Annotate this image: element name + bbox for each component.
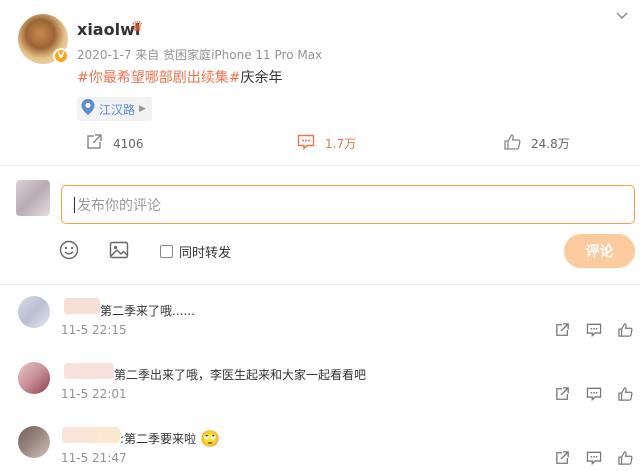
comment-text: 第二季来了哦...... bbox=[100, 304, 195, 318]
location-chip[interactable]: 江汉路 ▶ bbox=[77, 97, 152, 121]
caret-right-icon: ▶ bbox=[139, 104, 146, 114]
repost-toggle[interactable]: 同时转发 bbox=[160, 242, 231, 261]
comment-icon[interactable] bbox=[586, 451, 602, 469]
comment-actions bbox=[555, 451, 633, 469]
post-meta: 2020-1-7 来自 贫困家庭iPhone 11 Pro Max bbox=[77, 48, 323, 62]
share-icon[interactable] bbox=[555, 451, 570, 469]
commenter-avatar[interactable] bbox=[18, 426, 50, 458]
submit-comment-button[interactable]: 评论 bbox=[564, 234, 635, 268]
commenter-name[interactable] bbox=[64, 298, 100, 314]
eye-roll-emoji-icon: 🙄 bbox=[200, 429, 220, 448]
crown-icon: ♛ bbox=[131, 19, 144, 35]
share-icon[interactable] bbox=[555, 387, 570, 405]
repost-label: 同时转发 bbox=[179, 246, 232, 261]
thumbs-up-icon[interactable] bbox=[618, 387, 633, 405]
text-caret bbox=[74, 196, 75, 213]
thumbs-up-icon[interactable] bbox=[618, 323, 633, 341]
emoji-icon[interactable] bbox=[59, 240, 79, 264]
repost-checkbox[interactable] bbox=[160, 245, 173, 258]
comment-button[interactable]: 1.7万 bbox=[297, 134, 356, 153]
commenter-name[interactable] bbox=[64, 363, 114, 379]
repost-button[interactable]: 4106 bbox=[86, 134, 144, 153]
location-pin-icon bbox=[81, 99, 95, 119]
commenter-avatar[interactable] bbox=[18, 362, 50, 394]
comment-actions bbox=[555, 323, 633, 341]
commenter-name[interactable] bbox=[62, 427, 120, 443]
thumbs-up-icon[interactable] bbox=[618, 451, 633, 469]
comment-input[interactable]: 发布你的评论 bbox=[61, 185, 635, 224]
like-count: 24.8万 bbox=[531, 137, 570, 151]
chevron-down-icon[interactable] bbox=[616, 8, 628, 24]
comment-time: 11-5 22:01 bbox=[61, 387, 127, 401]
comment-time: 11-5 22:15 bbox=[61, 323, 127, 337]
comment-text: :第二季要来啦 bbox=[120, 432, 197, 446]
share-icon[interactable] bbox=[555, 323, 570, 341]
like-button[interactable]: 24.8万 bbox=[504, 134, 570, 153]
commenter-avatar[interactable] bbox=[18, 296, 50, 328]
divider bbox=[0, 284, 640, 285]
comment-icon bbox=[297, 134, 315, 153]
comment-input-placeholder: 发布你的评论 bbox=[77, 197, 161, 214]
current-user-avatar bbox=[16, 180, 50, 216]
post-text: 庆余年 bbox=[240, 70, 283, 86]
comment-time: 11-5 21:47 bbox=[61, 451, 127, 465]
vip-badge-icon: V bbox=[53, 48, 69, 64]
comment-actions bbox=[555, 387, 633, 405]
thumbs-up-icon bbox=[504, 134, 521, 153]
comment-count: 1.7万 bbox=[325, 137, 357, 151]
comment-text: 第二季出来了哦，李医生起来和大家一起看看吧 bbox=[114, 368, 367, 382]
image-icon[interactable] bbox=[109, 240, 129, 264]
post-content: #你最希望哪部剧出续集#庆余年 bbox=[77, 67, 282, 87]
comment-icon[interactable] bbox=[586, 387, 602, 405]
share-icon bbox=[86, 134, 103, 153]
topic-link[interactable]: #你最希望哪部剧出续集# bbox=[77, 70, 240, 86]
divider bbox=[0, 165, 640, 166]
location-label: 江汉路 bbox=[99, 102, 136, 117]
comment-icon[interactable] bbox=[586, 323, 602, 341]
repost-count: 4106 bbox=[113, 136, 144, 151]
comment-text-wrap: :第二季要来啦 🙄 bbox=[120, 429, 220, 448]
